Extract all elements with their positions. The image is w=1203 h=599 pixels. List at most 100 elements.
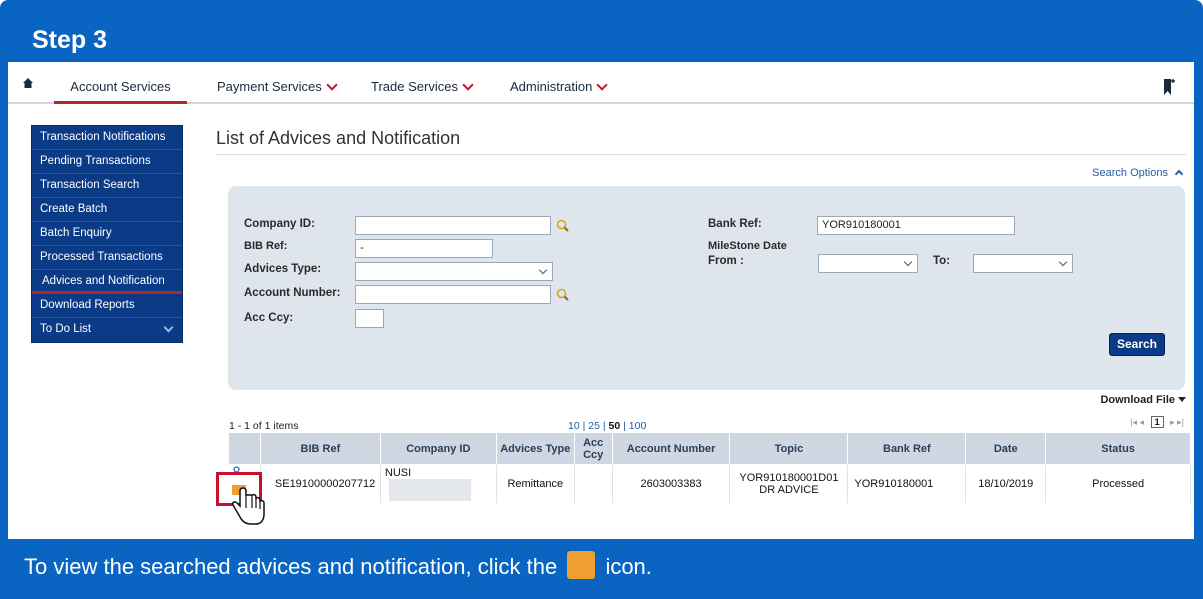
table-row[interactable]: SE19100000207712 NUSI Remittance 2603003… <box>228 464 1191 503</box>
sidebar-item-processed-transactions[interactable]: Processed Transactions <box>32 246 182 270</box>
header-bank-ref[interactable]: Bank Ref <box>847 432 967 465</box>
home-icon[interactable] <box>22 77 34 89</box>
download-file-label: Download File <box>1100 394 1175 406</box>
caret-down-icon <box>1178 397 1186 402</box>
from-date-select[interactable] <box>818 254 918 273</box>
header-account-number[interactable]: Account Number <box>611 432 731 465</box>
advices-type-label: Advices Type: <box>244 263 322 275</box>
cell-bank-ref: YOR910180001 <box>847 464 967 503</box>
chevron-down-icon <box>538 265 548 275</box>
nav-account-services-label: Account Services <box>70 79 171 94</box>
cell-status: Processed <box>1045 464 1191 503</box>
bank-ref-label: Bank Ref: <box>708 218 762 230</box>
account-number-field[interactable] <box>355 285 551 304</box>
cell-date: 18/10/2019 <box>965 464 1047 503</box>
sidebar-item-to-do-list[interactable]: To Do List <box>32 318 182 342</box>
header-company-id[interactable]: Company ID <box>379 432 497 465</box>
sidebar-item-to-do-list-label: To Do List <box>40 323 92 335</box>
chevron-down-icon <box>1058 257 1068 267</box>
account-number-label: Account Number: <box>244 287 341 299</box>
current-page[interactable]: 1 <box>1150 416 1164 428</box>
from-label: From : <box>708 255 744 267</box>
chevron-down-icon <box>462 79 474 91</box>
sidebar-item-pending-transactions[interactable]: Pending Transactions <box>32 150 182 174</box>
header-action <box>228 432 261 465</box>
app-screen: Account Services Payment Services Trade … <box>8 62 1194 539</box>
acc-ccy-label: Acc Ccy: <box>244 312 294 324</box>
nav-payment-services-label: Payment Services <box>217 79 322 94</box>
page-title: List of Advices and Notification <box>216 128 461 148</box>
folder-icon <box>567 551 596 580</box>
header-advices-type[interactable]: Advices Type <box>495 432 575 465</box>
sidebar-item-create-batch[interactable]: Create Batch <box>32 198 182 222</box>
cell-advices-type: Remittance <box>496 464 575 503</box>
sidebar-item-advices-and-notification[interactable]: Advices and Notification <box>32 270 182 294</box>
header-status[interactable]: Status <box>1045 432 1191 465</box>
table-header-row: BIB Ref Company ID Advices Type Acc Ccy … <box>228 432 1191 465</box>
bank-ref-field[interactable]: YOR910180001 <box>817 216 1015 235</box>
nav-administration-label: Administration <box>510 79 593 94</box>
page-size-25[interactable]: 25 <box>588 420 600 432</box>
next-page-icon[interactable]: ▸ <box>1170 417 1175 427</box>
acc-ccy-field[interactable] <box>355 309 384 328</box>
page-size-separator: | <box>582 420 586 432</box>
caption-text: To view the searched advices and notific… <box>24 551 652 582</box>
sidebar-item-transaction-search[interactable]: Transaction Search <box>32 174 182 198</box>
sidebar-item-download-reports[interactable]: Download Reports <box>32 294 182 318</box>
chevron-down-icon <box>163 322 174 333</box>
nav-account-services[interactable]: Account Services <box>54 72 187 104</box>
cell-topic: YOR910180001D01 DR ADVICE <box>729 464 849 503</box>
header-acc-ccy[interactable]: Acc Ccy <box>573 432 613 465</box>
cell-acc-ccy <box>574 464 613 503</box>
sidebar-item-transaction-notifications[interactable]: Transaction Notifications <box>32 126 182 150</box>
first-page-icon[interactable]: |◂ <box>1130 417 1137 427</box>
title-divider <box>216 154 1186 155</box>
cell-company-id: NUSI <box>380 464 497 503</box>
advices-type-select[interactable] <box>355 262 553 281</box>
search-options-label: Search Options <box>1092 167 1168 179</box>
page-size-10[interactable]: 10 <box>568 420 580 432</box>
header-topic[interactable]: Topic <box>729 432 849 465</box>
chevron-up-icon <box>1174 169 1184 179</box>
page-size-separator: | <box>623 420 626 432</box>
cell-account-number: 2603003383 <box>612 464 731 503</box>
last-page-icon[interactable]: ▸| <box>1177 417 1184 427</box>
search-panel: Company ID: BIB Ref: - Advices Type: Acc… <box>228 186 1185 390</box>
nav-administration[interactable]: Administration <box>500 72 616 104</box>
to-date-select[interactable] <box>973 254 1073 273</box>
company-id-field[interactable] <box>355 216 551 235</box>
nav-trade-services-label: Trade Services <box>371 79 458 94</box>
chevron-down-icon <box>326 79 338 91</box>
to-label: To: <box>933 255 951 267</box>
page-size-100[interactable]: 100 <box>629 420 647 432</box>
page-size-selector: 10 | 25 | 50 | 100 <box>568 420 646 432</box>
page-size-50[interactable]: 50 <box>609 420 621 432</box>
caption-text-before: To view the searched advices and notific… <box>24 554 558 579</box>
tutorial-frame: Step 3 Account Services Payment Services… <box>0 0 1203 599</box>
search-options-toggle[interactable]: Search Options <box>1092 167 1184 179</box>
items-count: 1 - 1 of 1 items <box>229 420 299 432</box>
instruction-caption: To view the searched advices and notific… <box>0 539 1203 599</box>
bib-ref-label: BIB Ref: <box>244 240 288 252</box>
sidebar-item-batch-enquiry[interactable]: Batch Enquiry <box>32 222 182 246</box>
header-date[interactable]: Date <box>965 432 1047 465</box>
bib-ref-field[interactable]: - <box>355 239 493 258</box>
download-file-button[interactable]: Download File <box>1100 394 1186 406</box>
nav-trade-services[interactable]: Trade Services <box>361 72 482 104</box>
chevron-down-icon <box>596 79 609 91</box>
cell-bib-ref: SE19100000207712 <box>260 464 381 503</box>
page-size-separator: | <box>602 420 606 432</box>
results-table: BIB Ref Company ID Advices Type Acc Ccy … <box>228 432 1191 503</box>
milestone-date-label: MileStone Date <box>708 240 787 252</box>
search-icon[interactable] <box>556 219 569 232</box>
bookmark-icon[interactable] <box>1162 78 1176 96</box>
sidebar-menu: Transaction Notifications Pending Transa… <box>31 125 183 343</box>
hand-cursor-icon <box>232 487 265 525</box>
nav-payment-services[interactable]: Payment Services <box>207 72 346 104</box>
step-title: Step 3 <box>32 26 108 54</box>
prev-page-icon[interactable]: ◂ <box>1140 417 1145 427</box>
header-bib-ref[interactable]: BIB Ref <box>259 432 381 465</box>
search-icon[interactable] <box>556 288 569 301</box>
company-id-value: NUSI <box>384 466 412 479</box>
search-button[interactable]: Search <box>1109 333 1165 356</box>
